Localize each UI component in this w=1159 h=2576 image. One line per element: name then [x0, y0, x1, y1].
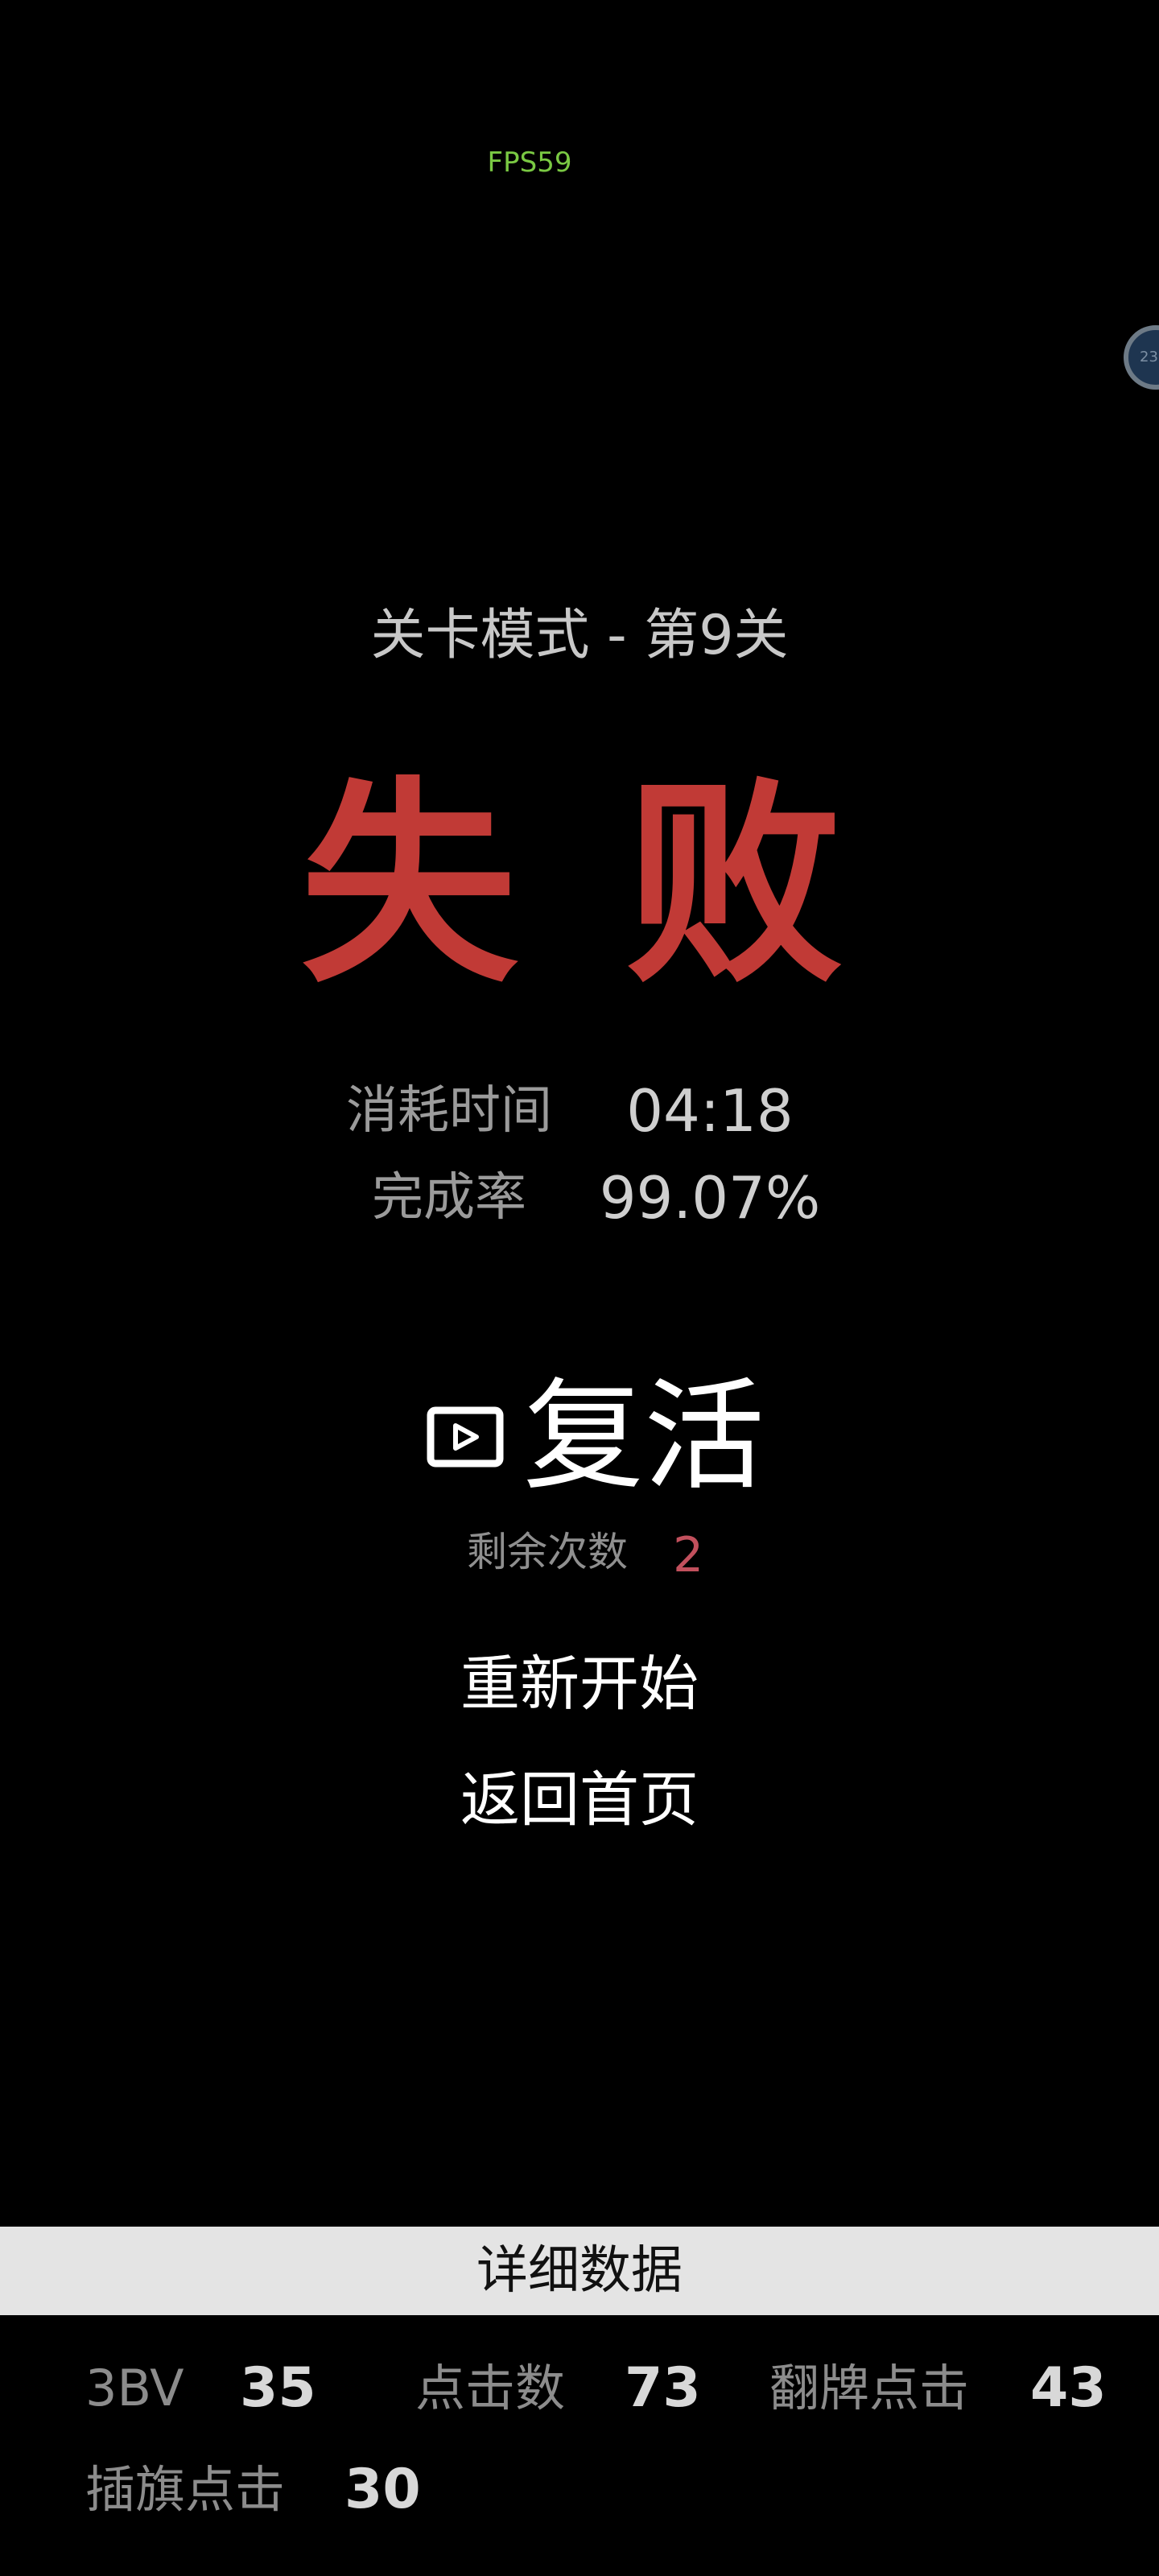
restart-button[interactable]: 重新开始	[0, 1644, 1159, 1724]
floating-assistant-button[interactable]: 23	[1124, 325, 1159, 390]
remaining-label: 剩余次数	[467, 1529, 628, 1575]
detail-value-reveal-clicks: 43	[1030, 2356, 1107, 2420]
detail-label-clicks: 点击数	[415, 2359, 566, 2417]
detail-value-clicks: 73	[625, 2356, 701, 2420]
detail-value-flag-clicks: 30	[344, 2458, 421, 2521]
details-header[interactable]: 详细数据	[0, 2227, 1159, 2315]
video-play-icon	[427, 1406, 504, 1468]
time-label: 消耗时间	[346, 1081, 552, 1141]
detail-label-flag-clicks: 插旗点击	[85, 2460, 286, 2519]
remaining-count: 2	[673, 1527, 704, 1583]
completion-label: 完成率	[372, 1168, 526, 1228]
time-value: 04:18	[626, 1077, 794, 1145]
home-button[interactable]: 返回首页	[0, 1760, 1159, 1840]
detail-value-3bv: 35	[240, 2356, 316, 2420]
completion-value: 99.07%	[599, 1164, 821, 1232]
fps-counter: FPS59	[487, 147, 572, 179]
revive-button[interactable]: 复活	[427, 1368, 781, 1505]
mode-title: 关卡模式 - 第9关	[370, 604, 789, 667]
floating-ball-text: 23	[1140, 349, 1158, 365]
revive-label: 复活	[523, 1367, 765, 1507]
result-title: 失 败	[300, 758, 859, 1012]
detail-label-reveal-clicks: 翻牌点击	[769, 2359, 970, 2417]
detail-label-3bv: 3BV	[85, 2359, 184, 2417]
